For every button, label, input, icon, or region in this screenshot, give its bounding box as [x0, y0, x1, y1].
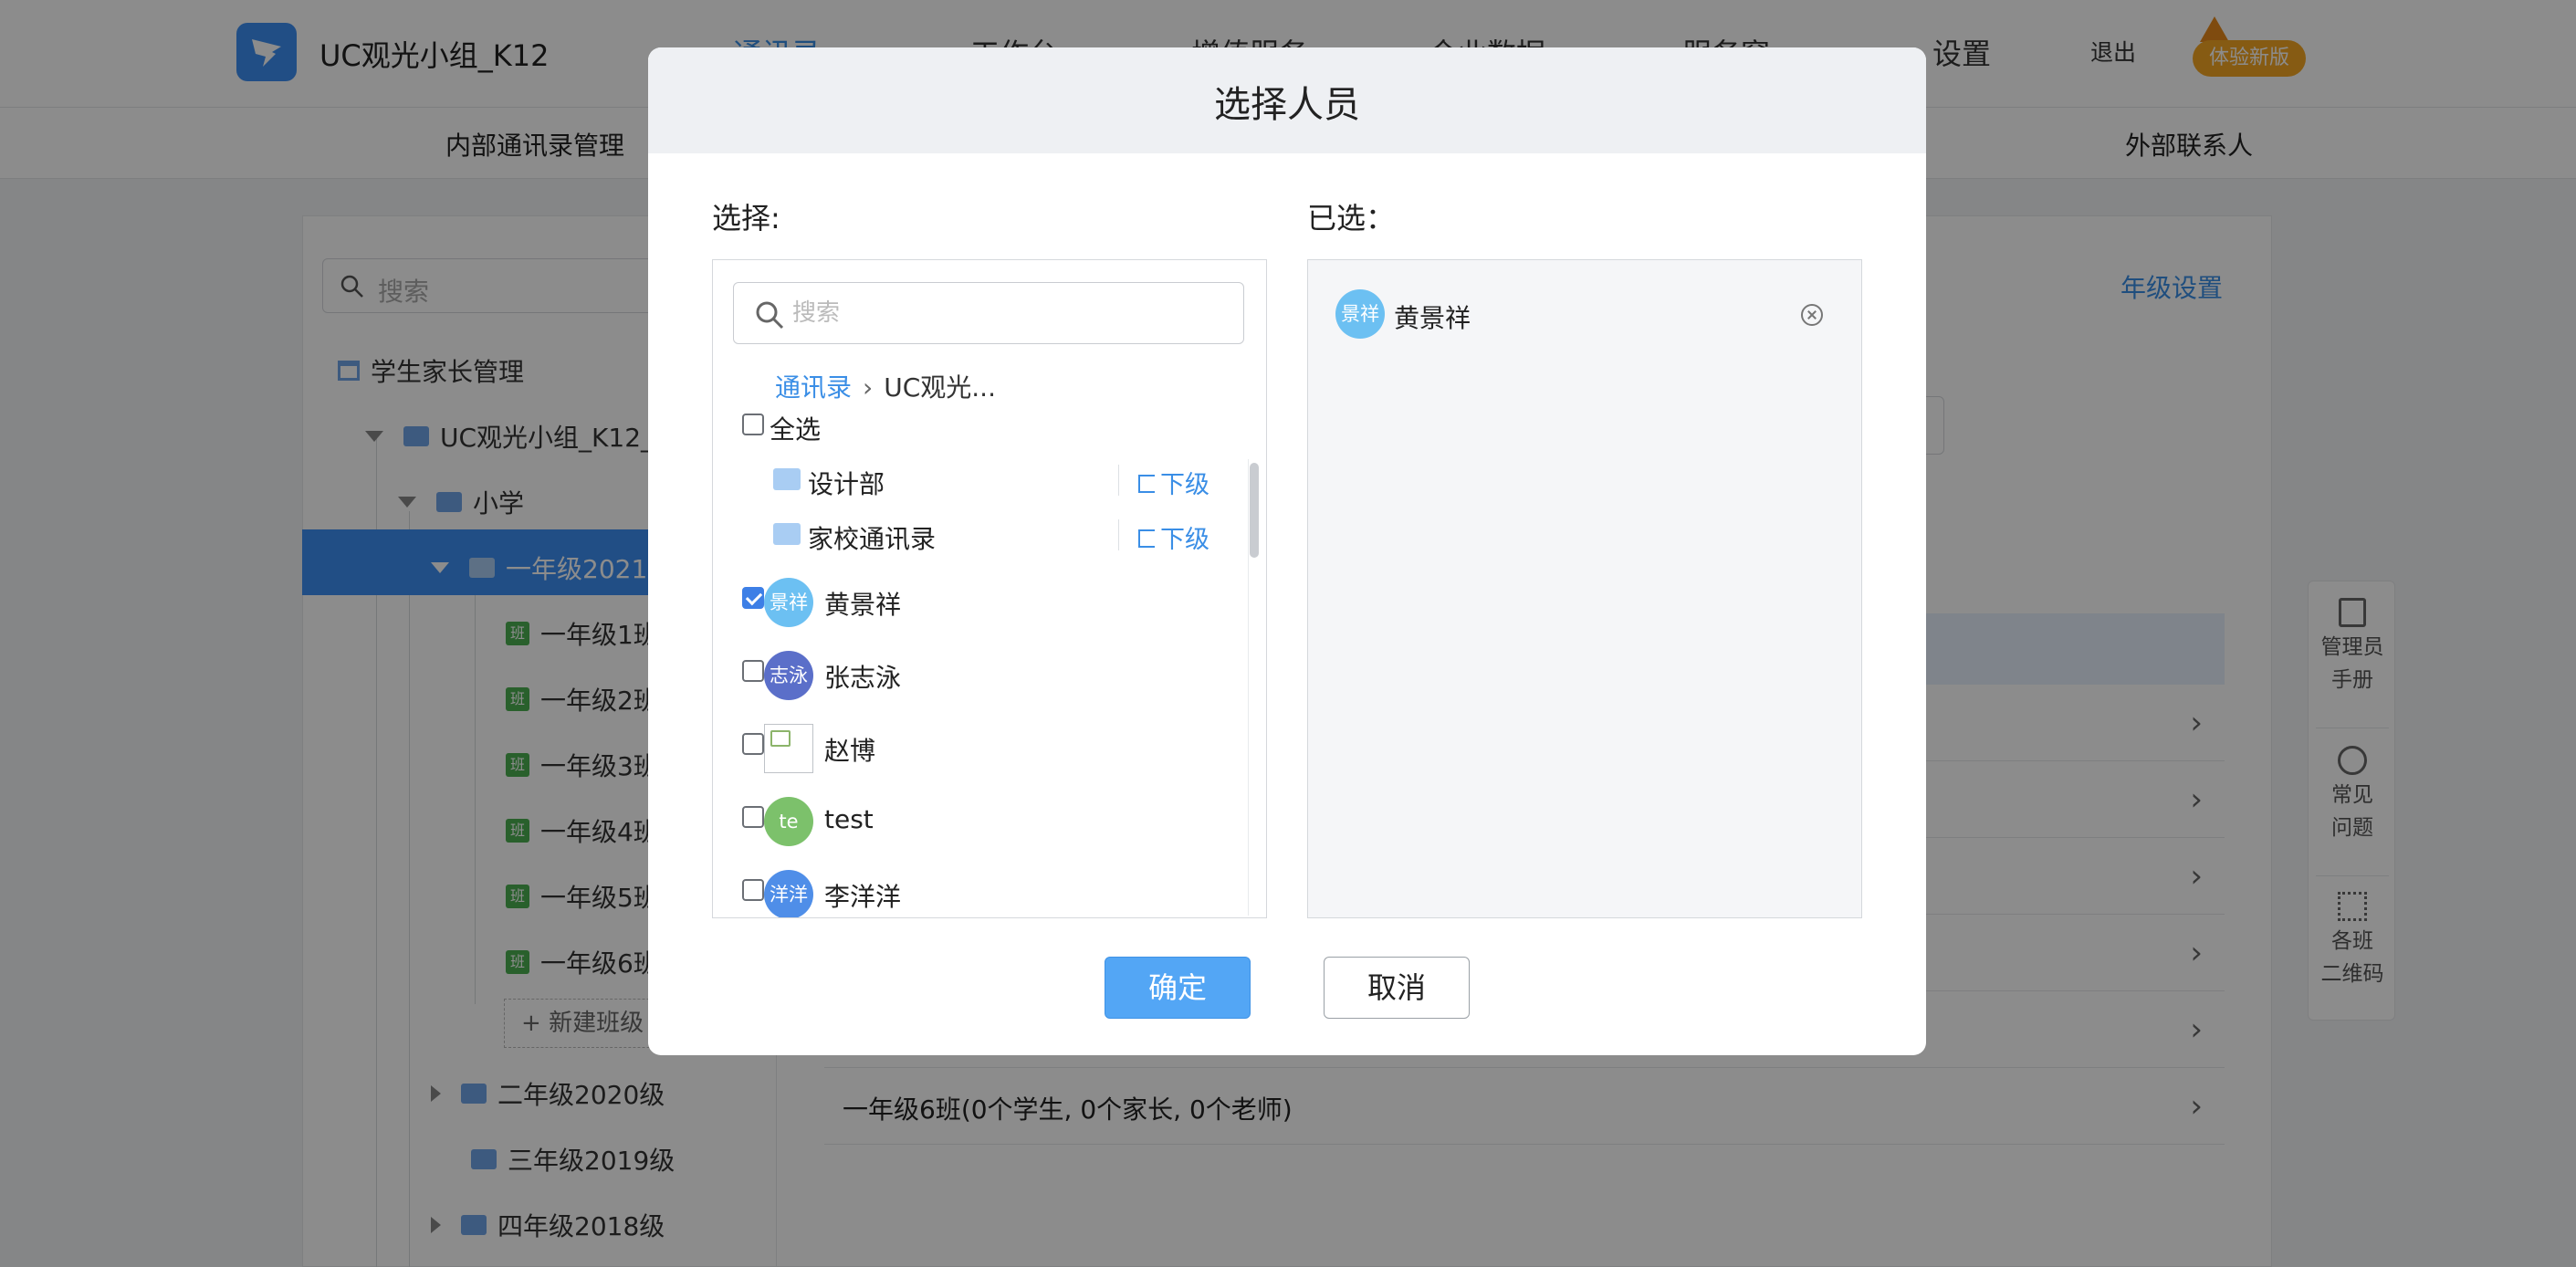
cancel-button[interactable]: 取消 — [1324, 957, 1470, 1019]
broken-image-icon — [764, 724, 813, 773]
person-checkbox-zhao[interactable] — [742, 733, 764, 755]
department-item-design[interactable]: 设计部 — [808, 465, 885, 501]
selection-panel: 通讯录 › UC观光... 全选 设计部 下级 家校通讯录 下级 景祥 黄景祥 志泳… — [712, 259, 1267, 918]
person-avatar: 洋洋 — [764, 870, 813, 917]
folder-icon — [773, 523, 801, 545]
breadcrumb: 通讯录 › UC观光... — [775, 368, 996, 404]
breadcrumb-root[interactable]: 通讯录 — [775, 372, 852, 403]
hierarchy-icon — [1138, 474, 1155, 493]
person-checkbox-li[interactable] — [742, 879, 764, 901]
list-scrollbar-thumb[interactable] — [1250, 463, 1259, 558]
person-avatar: 景祥 — [764, 578, 813, 627]
person-checkbox-test[interactable] — [742, 806, 764, 828]
person-avatar: 志泳 — [764, 651, 813, 700]
avatar-initials: te — [779, 811, 799, 832]
person-checkbox-zhang[interactable] — [742, 660, 764, 682]
design-sub-level-link[interactable]: 下级 — [1138, 465, 1209, 500]
breadcrumb-separator-icon: › — [863, 372, 874, 403]
person-name-huang[interactable]: 黄景祥 — [824, 585, 901, 622]
selected-panel: 景祥 黄景祥 — [1307, 259, 1862, 918]
search-icon — [756, 301, 784, 330]
department-item-home-school[interactable]: 家校通讯录 — [808, 519, 936, 556]
person-name-test[interactable]: test — [824, 804, 874, 834]
home-school-sub-level-link[interactable]: 下级 — [1138, 519, 1209, 555]
select-label: 选择: — [712, 201, 780, 236]
person-avatar: te — [764, 797, 813, 846]
select-all-checkbox[interactable] — [742, 414, 764, 435]
avatar-initials: 志泳 — [770, 665, 808, 686]
dialog-header: 选择人员 — [648, 47, 1926, 153]
selected-person-avatar: 景祥 — [1335, 289, 1385, 339]
hierarchy-icon — [1138, 529, 1155, 548]
selected-person-name: 黄景祥 — [1394, 303, 1471, 333]
divider — [1118, 519, 1119, 550]
person-name-zhao[interactable]: 赵博 — [824, 731, 875, 768]
avatar-initials: 洋洋 — [770, 884, 808, 906]
avatar-initials: 景祥 — [770, 592, 808, 613]
select-people-dialog: 选择人员 选择: 已选： 通讯录 › UC观光... 全选 设计部 下级 家校通讯录… — [648, 47, 1926, 1055]
avatar-initials: 景祥 — [1341, 303, 1379, 325]
selected-person: 景祥 黄景祥 — [1335, 289, 1836, 340]
dialog-search-input[interactable] — [792, 294, 1221, 332]
divider — [1118, 465, 1119, 496]
person-name-li[interactable]: 李洋洋 — [824, 877, 901, 914]
breadcrumb-current: UC观光... — [884, 372, 996, 403]
person-name-zhang[interactable]: 张志泳 — [824, 658, 901, 695]
remove-selected-icon[interactable] — [1801, 304, 1823, 326]
person-checkbox-huang[interactable] — [742, 587, 764, 609]
selected-label: 已选： — [1307, 201, 1396, 236]
dialog-search-box — [733, 282, 1244, 344]
folder-icon — [773, 468, 801, 490]
sub-level-label: 下级 — [1160, 471, 1209, 499]
select-all-label[interactable]: 全选 — [770, 410, 821, 446]
dialog-title: 选择人员 — [1214, 84, 1360, 126]
sub-level-label: 下级 — [1160, 526, 1209, 554]
confirm-button[interactable]: 确定 — [1105, 957, 1251, 1019]
